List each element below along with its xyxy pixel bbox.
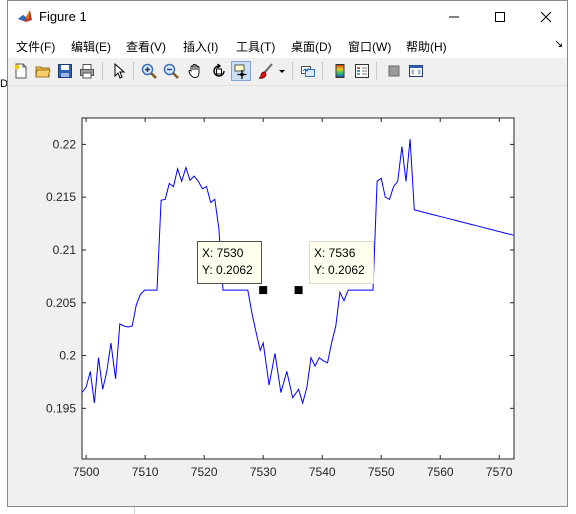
brush-dropdown-icon[interactable] xyxy=(276,61,286,81)
toolbar-separator xyxy=(133,62,134,80)
legend-icon[interactable] xyxy=(352,61,372,81)
toolbar-separator xyxy=(292,62,293,80)
datatip-2-x: X: 7536 xyxy=(314,246,356,260)
pan-hand-icon[interactable] xyxy=(185,61,205,81)
line-chart[interactable]: 7500 7510 7520 7530 7540 7550 7560 7570 0.1950.… xyxy=(8,86,567,506)
datatip-1[interactable]: X: 7530 Y: 0.2062 xyxy=(197,241,262,284)
x-tick-label: 7500 xyxy=(73,465,100,479)
close-icon xyxy=(540,11,552,23)
window-title: Figure 1 xyxy=(39,9,87,24)
menu-file[interactable]: 文件(F) xyxy=(16,38,55,55)
x-tick-label: 7540 xyxy=(309,465,336,479)
show-plot-tools-icon[interactable] xyxy=(406,61,426,81)
x-tick-label: 7560 xyxy=(427,465,454,479)
menu-window[interactable]: 窗口(W) xyxy=(348,38,391,55)
x-tick-label: 7510 xyxy=(132,465,159,479)
hide-plot-tools-icon[interactable] xyxy=(384,61,404,81)
x-tick-label: 7570 xyxy=(486,465,513,479)
datatip-marker-2[interactable] xyxy=(294,286,303,295)
x-tick-label: 7550 xyxy=(368,465,395,479)
x-tick-label: 7520 xyxy=(191,465,218,479)
title-bar[interactable]: Figure 1 xyxy=(8,1,567,32)
datatip-marker-1[interactable] xyxy=(259,286,268,295)
matlab-icon xyxy=(17,8,33,24)
x-tick-labels: 7500 7510 7520 7530 7540 7550 7560 7570 xyxy=(73,465,513,479)
menu-desktop[interactable]: 桌面(D) xyxy=(291,38,332,55)
y-tick-label: 0.215 xyxy=(46,190,76,204)
minimize-button[interactable] xyxy=(431,1,477,32)
menu-bar: 文件(F) 编辑(E) 查看(V) 插入(I) 工具(T) 桌面(D) 窗口(W… xyxy=(8,32,567,58)
close-button[interactable] xyxy=(523,1,569,32)
datatip-2-y: Y: 0.2062 xyxy=(314,263,365,277)
x-tick-label: 7530 xyxy=(250,465,277,479)
y-tick-label: 0.205 xyxy=(46,296,76,310)
menu-edit[interactable]: 编辑(E) xyxy=(71,38,111,55)
y-tick-label: 0.22 xyxy=(53,137,77,151)
dock-arrow-icon[interactable]: ↘ xyxy=(554,37,563,50)
menu-help[interactable]: 帮助(H) xyxy=(406,38,447,55)
rotate-3d-icon[interactable] xyxy=(209,61,229,81)
toolbar-separator xyxy=(322,62,323,80)
datatip-1-x: X: 7530 xyxy=(202,246,244,260)
brush-icon[interactable] xyxy=(256,61,276,81)
toolbar-separator xyxy=(102,62,103,80)
new-figure-icon[interactable] xyxy=(11,61,31,81)
datatip-1-y: Y: 0.2062 xyxy=(202,263,253,277)
zoom-out-icon[interactable] xyxy=(161,61,181,81)
menu-insert[interactable]: 插入(I) xyxy=(183,38,218,55)
edit-plot-arrow-icon[interactable] xyxy=(109,61,129,81)
menu-view[interactable]: 查看(V) xyxy=(126,38,166,55)
y-tick-label: 0.195 xyxy=(46,401,76,415)
maximize-button[interactable] xyxy=(477,1,523,32)
y-tick-label: 0.21 xyxy=(53,243,77,257)
toolbar xyxy=(8,58,567,86)
print-icon[interactable] xyxy=(77,61,97,81)
y-tick-label: 0.2 xyxy=(59,349,76,363)
maximize-icon xyxy=(495,12,505,22)
figure-window: Figure 1 文件(F) 编辑(E) 查看(V) 插入(I) 工具(T) 桌… xyxy=(7,0,568,507)
y-tick-labels: 0.195 0.2 0.205 0.21 0.215 0.22 xyxy=(46,137,76,415)
save-icon[interactable] xyxy=(55,61,75,81)
figure-area: 7500 7510 7520 7530 7540 7550 7560 7570 0.195 0.… xyxy=(8,86,567,506)
open-file-icon[interactable] xyxy=(33,61,53,81)
colorbar-icon[interactable] xyxy=(330,61,350,81)
minimize-icon xyxy=(449,16,459,18)
zoom-in-icon[interactable] xyxy=(139,61,159,81)
link-plot-icon[interactable] xyxy=(298,61,318,81)
background-gridline xyxy=(134,507,135,514)
datatip-2[interactable]: X: 7536 Y: 0.2062 xyxy=(309,241,374,284)
data-cursor-icon[interactable] xyxy=(231,61,251,81)
menu-tools[interactable]: 工具(T) xyxy=(236,38,275,55)
toolbar-separator xyxy=(376,62,377,80)
